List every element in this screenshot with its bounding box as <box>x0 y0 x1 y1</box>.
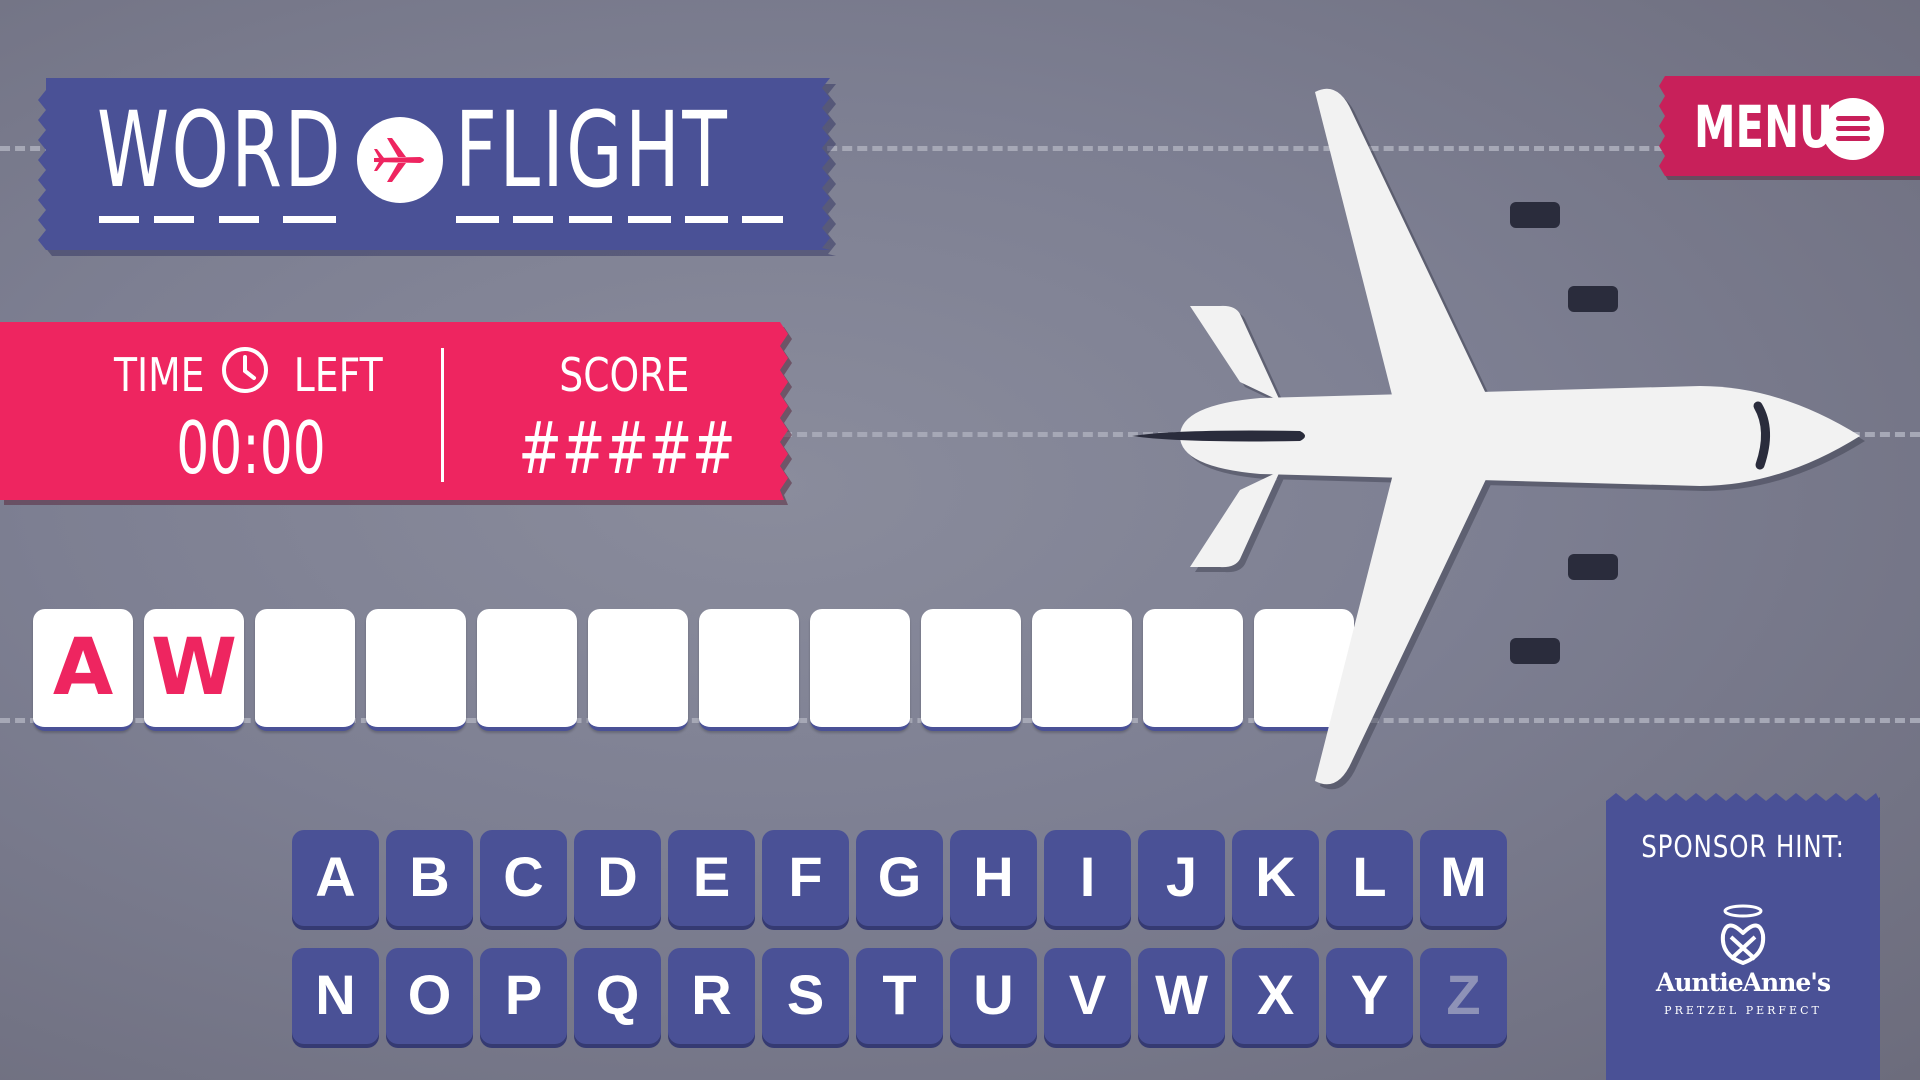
letter-slot[interactable]: W <box>144 609 244 731</box>
key[interactable]: Z <box>1420 948 1507 1044</box>
title-underline <box>154 216 194 223</box>
key[interactable]: X <box>1232 948 1319 1044</box>
menu-label: MENU <box>1694 93 1833 161</box>
letter-slot[interactable] <box>810 609 910 731</box>
key[interactable]: B <box>386 830 473 926</box>
stats-divider <box>441 348 444 482</box>
letter-slot[interactable] <box>477 609 577 731</box>
key[interactable]: M <box>1420 830 1507 926</box>
sponsor-brand: AuntieAnne's <box>1655 968 1831 997</box>
title-underline <box>456 216 499 223</box>
sponsor-tagline: PRETZEL PERFECT <box>1664 1004 1822 1017</box>
menu-button[interactable]: MENU <box>1659 76 1920 180</box>
title-underline <box>99 216 139 223</box>
airplane-icon <box>357 117 443 203</box>
key[interactable]: G <box>856 830 943 926</box>
pretzel-logo-icon <box>1713 903 1773 973</box>
key[interactable]: U <box>950 948 1037 1044</box>
title-underline <box>283 216 336 223</box>
key[interactable]: L <box>1326 830 1413 926</box>
key[interactable]: F <box>762 830 849 926</box>
key[interactable]: W <box>1138 948 1225 1044</box>
letter-slot[interactable] <box>699 609 799 731</box>
sponsor-hint-label: SPONSOR HINT: <box>1641 830 1845 865</box>
title-underline <box>685 216 728 223</box>
key[interactable]: A <box>292 830 379 926</box>
title-underline <box>742 216 783 223</box>
letter-slot[interactable] <box>255 609 355 731</box>
key[interactable]: Q <box>574 948 661 1044</box>
letter-slot[interactable] <box>1032 609 1132 731</box>
key[interactable]: N <box>292 948 379 1044</box>
key[interactable]: I <box>1044 830 1131 926</box>
sponsor-hint-card[interactable]: SPONSOR HINT: AuntieAnne's PRETZEL PERFE… <box>1606 793 1880 1080</box>
clock-icon <box>220 345 270 395</box>
key[interactable]: S <box>762 948 849 1044</box>
key[interactable]: O <box>386 948 473 1044</box>
key[interactable]: Y <box>1326 948 1413 1044</box>
key[interactable]: E <box>668 830 755 926</box>
time-value: 00:00 <box>176 406 326 490</box>
key[interactable]: T <box>856 948 943 1044</box>
letter-slot[interactable] <box>366 609 466 731</box>
title-underline <box>628 216 671 223</box>
hamburger-icon[interactable] <box>1822 98 1884 160</box>
letter-slot[interactable]: A <box>33 609 133 731</box>
key[interactable]: K <box>1232 830 1319 926</box>
title-word-1: WORD <box>97 89 343 211</box>
key[interactable]: R <box>668 948 755 1044</box>
key[interactable]: D <box>574 830 661 926</box>
score-label: SCORE <box>559 348 690 402</box>
key[interactable]: J <box>1138 830 1225 926</box>
title-underline <box>513 216 553 223</box>
key[interactable]: H <box>950 830 1037 926</box>
key[interactable]: V <box>1044 948 1131 1044</box>
key[interactable]: C <box>480 830 567 926</box>
title-underline <box>569 216 612 223</box>
score-value: ##### <box>518 406 736 490</box>
title-underline <box>219 216 259 223</box>
time-label: TIME <box>113 348 205 402</box>
letter-slot[interactable] <box>921 609 1021 731</box>
title-word-2: FLIGHT <box>455 89 730 211</box>
airplane-illustration <box>1120 80 1890 804</box>
letter-slot[interactable] <box>588 609 688 731</box>
key[interactable]: P <box>480 948 567 1044</box>
time-left-label: LEFT <box>293 348 383 402</box>
